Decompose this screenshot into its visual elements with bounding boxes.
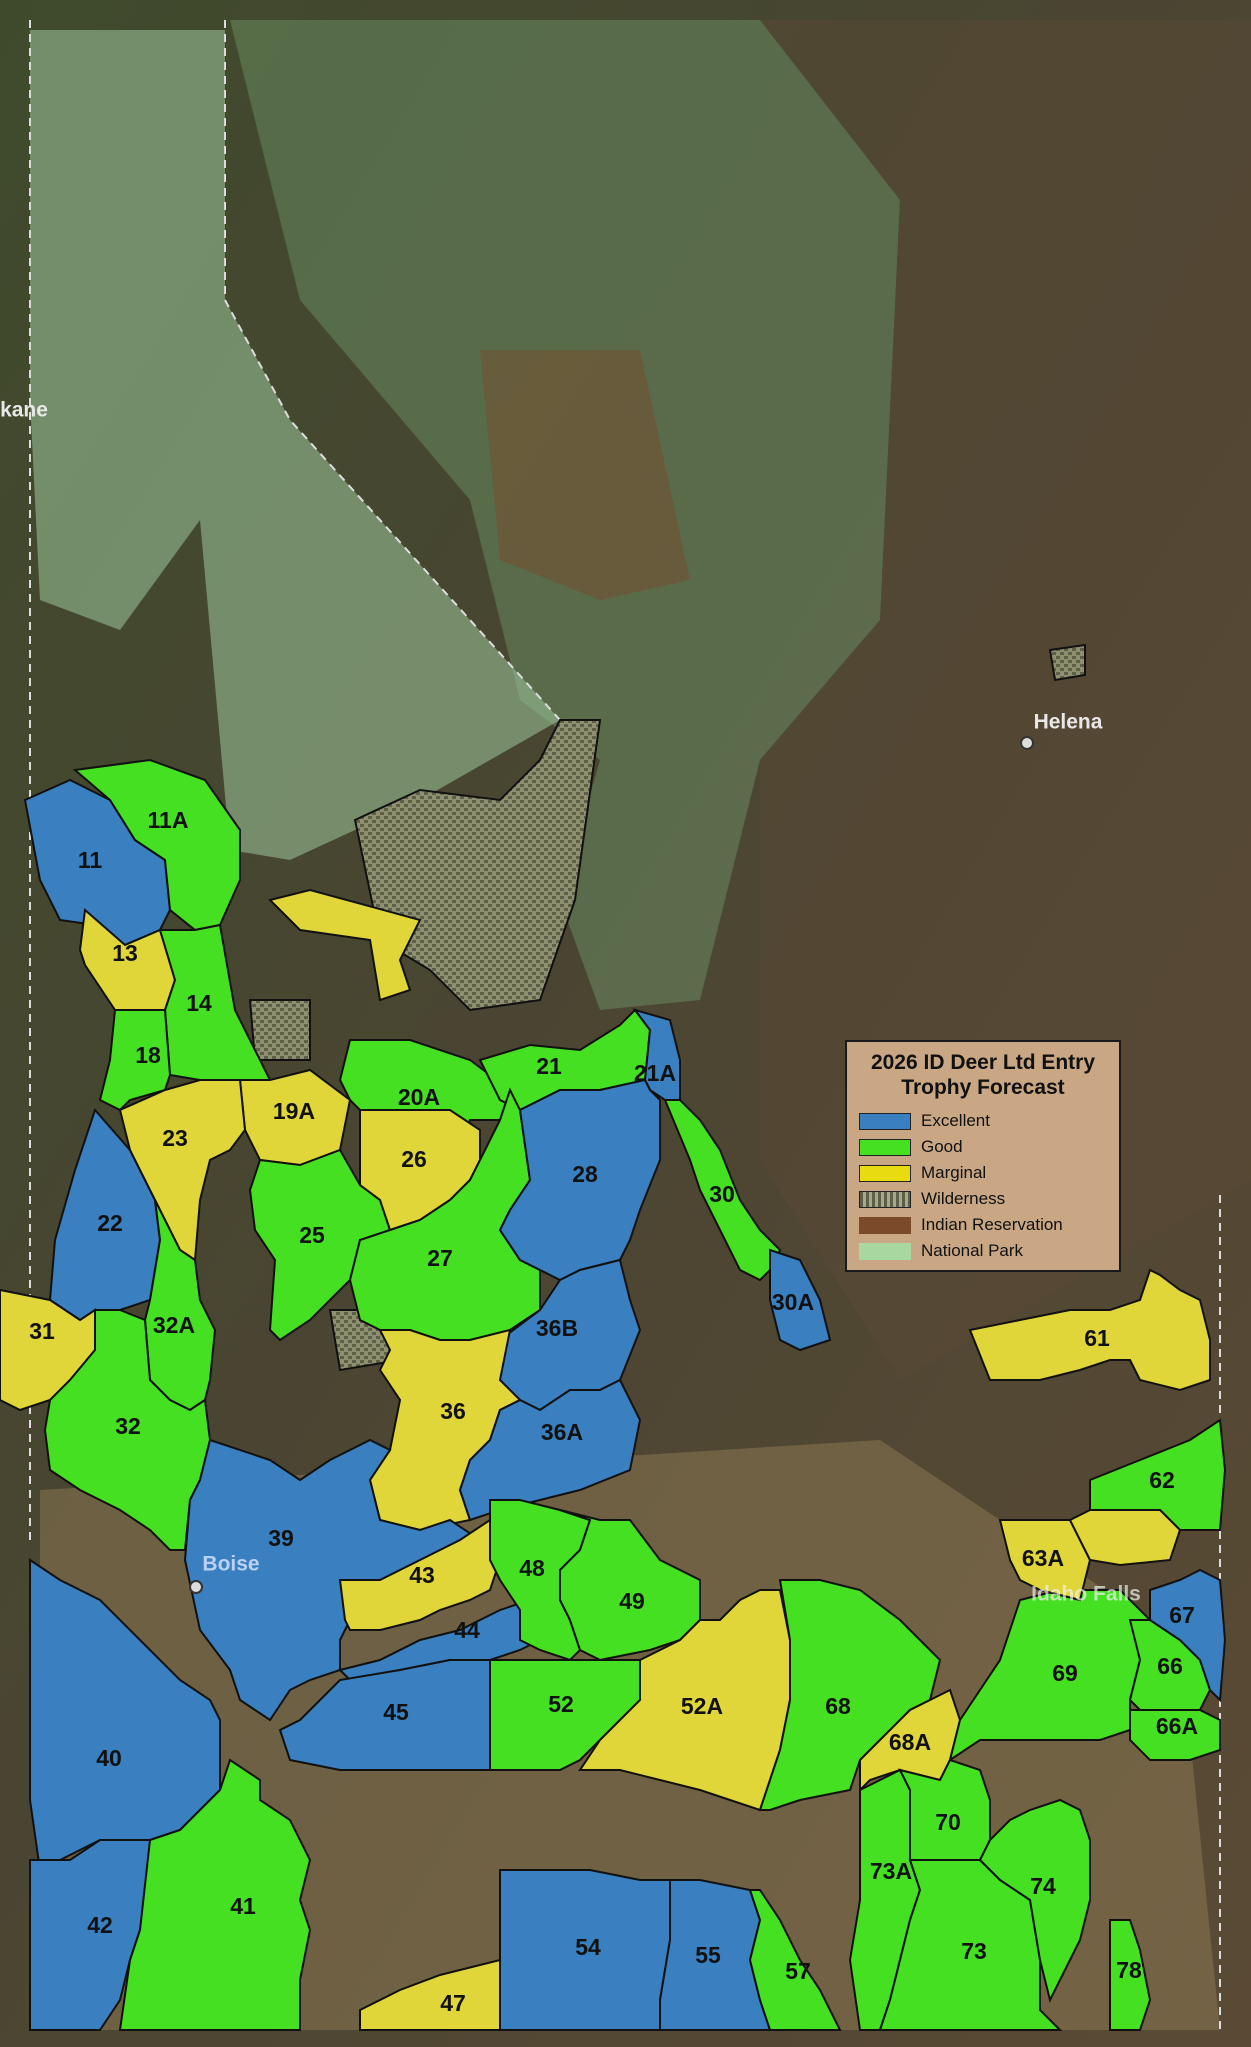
legend-label-national-park: National Park <box>921 1241 1024 1260</box>
legend-label-wilderness: Wilderness <box>921 1189 1006 1208</box>
unit-label-52: 52 <box>548 1691 574 1717</box>
unit-label-36b: 36B <box>536 1315 578 1341</box>
unit-label-32a: 32A <box>153 1312 195 1338</box>
unit-label-27: 27 <box>427 1245 453 1271</box>
unit-label-41: 41 <box>230 1893 256 1919</box>
unit-label-11a: 11A <box>148 807 189 833</box>
legend-item-wilderness: Wilderness <box>859 1186 1119 1212</box>
unit-label-74: 74 <box>1030 1873 1056 1899</box>
unit-label-47: 47 <box>440 1990 466 2016</box>
unit-label-28: 28 <box>572 1161 598 1187</box>
unit-label-61: 61 <box>1084 1325 1110 1351</box>
legend-label-excellent: Excellent <box>921 1111 990 1130</box>
legend-swatch-excellent <box>859 1112 911 1130</box>
unit-label-42: 42 <box>87 1912 113 1938</box>
unit-label-13: 13 <box>112 940 138 966</box>
legend-label-marginal: Marginal <box>921 1163 987 1182</box>
legend: 2026 ID Deer Ltd Entry Trophy Forecast E… <box>845 1040 1121 1272</box>
unit-label-68a: 68A <box>889 1729 931 1755</box>
unit-label-21: 21 <box>536 1053 562 1079</box>
legend-label-indian-reservation: Indian Reservation <box>921 1215 1063 1234</box>
unit-label-21a: 21A <box>634 1060 676 1086</box>
city-label-helena: Helena <box>1034 711 1103 734</box>
legend-title-line2: Trophy Forecast <box>901 1076 1065 1099</box>
unit-label-31: 31 <box>29 1318 55 1344</box>
city-marker-helena <box>1020 736 1034 750</box>
legend-item-marginal: Marginal <box>859 1160 1119 1186</box>
unit-label-69: 69 <box>1052 1660 1078 1686</box>
legend-swatch-marginal <box>859 1164 911 1182</box>
unit-label-19a: 19A <box>273 1098 315 1124</box>
city-label-boise: Boise <box>202 1553 259 1576</box>
unit-label-68: 68 <box>825 1693 851 1719</box>
legend-item-national-park: National Park <box>859 1238 1119 1264</box>
unit-label-36a: 36A <box>541 1419 583 1445</box>
unit-label-22: 22 <box>97 1210 123 1236</box>
city-label-idaho-falls: Idaho Falls <box>1031 1583 1141 1606</box>
unit-label-70: 70 <box>935 1809 961 1835</box>
legend-swatch-wilderness <box>859 1190 911 1208</box>
unit-label-40: 40 <box>96 1745 122 1771</box>
unit-label-11: 11 <box>78 847 103 873</box>
unit-label-54: 54 <box>575 1934 601 1960</box>
unit-label-63a: 63A <box>1022 1545 1064 1571</box>
legend-item-good: Good <box>859 1134 1119 1160</box>
wilderness-gospel <box>248 999 311 1061</box>
legend-title-line1: 2026 ID Deer Ltd Entry <box>870 1051 1096 1074</box>
unit-label-32: 32 <box>115 1413 141 1439</box>
unit-label-44: 44 <box>454 1617 480 1643</box>
legend-label-good: Good <box>921 1137 963 1156</box>
city-marker-boise <box>189 1580 203 1594</box>
city-label-spokane: kane <box>0 399 48 422</box>
legend-item-excellent: Excellent <box>859 1108 1119 1134</box>
legend-swatch-national-park <box>859 1242 911 1260</box>
unit-label-57: 57 <box>785 1958 811 1984</box>
unit-label-36: 36 <box>440 1398 466 1424</box>
unit-label-67: 67 <box>1169 1602 1195 1628</box>
unit-label-73a: 73A <box>870 1858 912 1884</box>
unit-label-66: 66 <box>1157 1653 1183 1679</box>
unit-label-23: 23 <box>162 1125 188 1151</box>
unit-label-43: 43 <box>409 1562 435 1588</box>
unit-label-30: 30 <box>709 1181 735 1207</box>
unit-label-20a: 20A <box>398 1084 440 1110</box>
unit-label-78: 78 <box>1116 1957 1142 1983</box>
unit-label-26: 26 <box>401 1146 427 1172</box>
unit-label-30a: 30A <box>772 1289 814 1315</box>
unit-label-25: 25 <box>299 1222 325 1248</box>
unit-label-18: 18 <box>135 1042 161 1068</box>
unit-label-66a: 66A <box>1156 1713 1198 1739</box>
unit-label-48: 48 <box>519 1555 545 1581</box>
unit-label-49: 49 <box>619 1588 645 1614</box>
legend-item-indian-reservation: Indian Reservation <box>859 1212 1119 1238</box>
unit-label-39: 39 <box>268 1525 294 1551</box>
unit-label-14: 14 <box>186 990 212 1016</box>
legend-swatch-indian-reservation <box>859 1216 911 1234</box>
unit-label-55: 55 <box>695 1942 721 1968</box>
unit-label-45: 45 <box>383 1699 409 1725</box>
wilderness-montana <box>1048 643 1086 682</box>
unit-label-73: 73 <box>961 1938 987 1964</box>
hunt-unit-map: 11 11A 13 14 18 19A 20A 21 21A 22 23 25 … <box>0 0 1251 2047</box>
unit-label-52a: 52A <box>681 1693 723 1719</box>
unit-label-62: 62 <box>1149 1467 1175 1493</box>
legend-swatch-good <box>859 1138 911 1156</box>
